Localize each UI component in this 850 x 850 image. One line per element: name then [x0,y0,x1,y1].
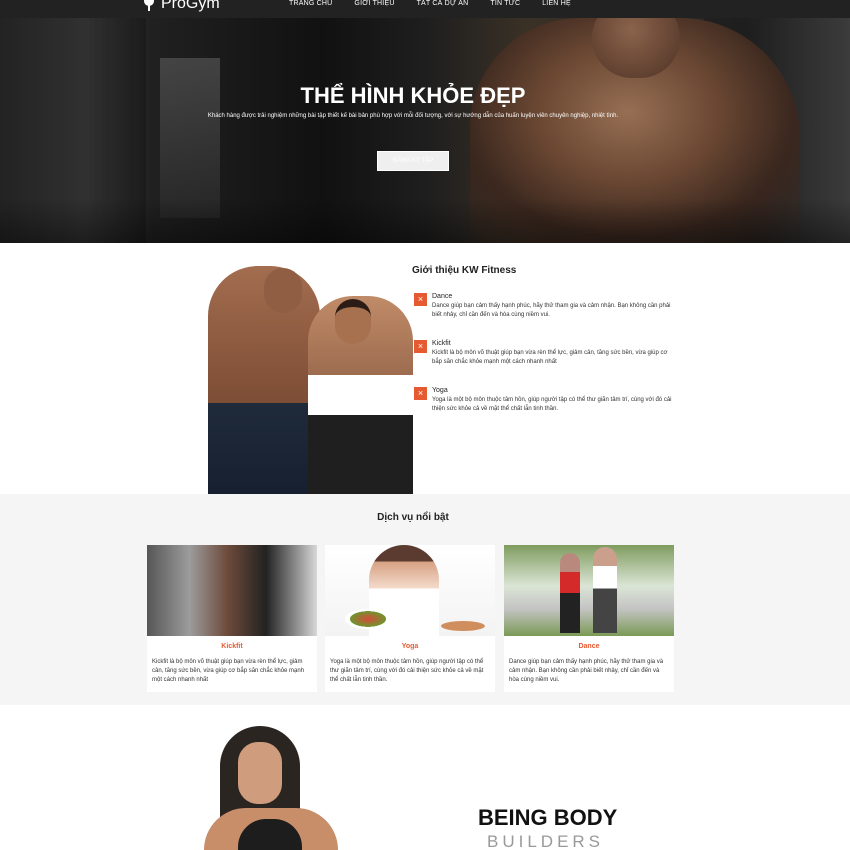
woman-face-image [238,742,282,804]
hero-title: THỂ HÌNH KHỎE ĐẸP [300,83,526,108]
hero-banner [0,18,850,243]
feature-description: Yoga là một bộ môn thuộc tâm hồn, giúp n… [432,397,672,412]
service-description: Yoga là một bộ môn thuộc tâm hồn, giúp n… [330,659,484,683]
feature-name: Kickfit [432,340,451,347]
logo[interactable]: ProGym [143,0,220,13]
intro-section [0,243,850,494]
nav-contact-link[interactable]: LIÊN HỆ [542,0,571,8]
services-title: Dịch vụ nổi bật [377,512,449,523]
bread-image [441,621,485,631]
hero-description: Khách hàng được trải nghiệm những bài tậ… [207,113,619,119]
bodybuilders-subtitle: BUILDERS [487,832,605,850]
kickfit-image [147,545,317,636]
male-athlete-head [264,268,302,313]
page: ProGym TRANG CHỦ GIỚI THIỆU TẤT CẢ DỰ ÁN… [0,0,850,850]
service-card-yoga[interactable]: Yoga Yoga là một bộ môn thuộc tâm hồn, g… [325,545,495,692]
nav-home-link[interactable]: TRANG CHỦ [289,0,332,8]
close-icon: × [414,387,427,400]
register-button[interactable]: ĐĂNG KÝ TẬP [377,151,449,171]
close-icon: × [414,340,427,353]
woman-bodybuilder-image [196,726,346,850]
yoga-image [325,545,495,636]
hero-bottom-fade [0,198,850,243]
service-card-dance[interactable]: Dance Dance giúp bạn cảm thấy hạnh phúc,… [504,545,674,692]
service-title[interactable]: Yoga [325,643,495,650]
dance-image [504,545,674,636]
feature-description: Dance giúp bạn cảm thấy hạnh phúc, hãy t… [432,303,671,318]
service-title[interactable]: Dance [504,643,674,650]
brand-name: ProGym [161,0,220,12]
salad-image [345,609,391,629]
nav-about-link[interactable]: GIỚI THIỆU [354,0,394,8]
bodybuilders-section [0,705,850,850]
service-card-kickfit[interactable]: Kickfit Kickfit là bộ môn võ thuật giúp … [147,545,317,692]
nav-projects-link[interactable]: TẤT CẢ DỰ ÁN [417,0,469,8]
main-navigation: TRANG CHỦ GIỚI THIỆU TẤT CẢ DỰ ÁN TIN TỨ… [289,0,571,8]
feature-description: Kickfit là bộ môn võ thuật giúp bạn vừa … [432,350,668,365]
nav-news-link[interactable]: TIN TỨC [490,0,520,8]
feature-name: Dance [432,293,453,300]
service-description: Kickfit là bộ môn võ thuật giúp bạn vừa … [152,659,305,683]
male-runner-image [593,547,617,633]
female-runner-image [560,553,580,633]
male-athlete-image [208,266,320,494]
gym-background-image [160,58,220,218]
bodybuilders-title: BEING BODY [478,805,618,830]
top-navigation-bar: ProGym TRANG CHỦ GIỚI THIỆU TẤT CẢ DỰ ÁN… [0,0,850,18]
fitness-couple-image [208,266,413,494]
female-athlete-head [335,299,371,344]
service-title[interactable]: Kickfit [147,643,317,650]
intro-title: Giới thiệu KW Fitness [412,265,517,276]
close-icon: × [414,293,427,306]
service-description: Dance giúp bạn cảm thấy hạnh phúc, hãy t… [509,659,664,683]
trophy-icon [143,0,155,11]
feature-name: Yoga [432,387,448,394]
